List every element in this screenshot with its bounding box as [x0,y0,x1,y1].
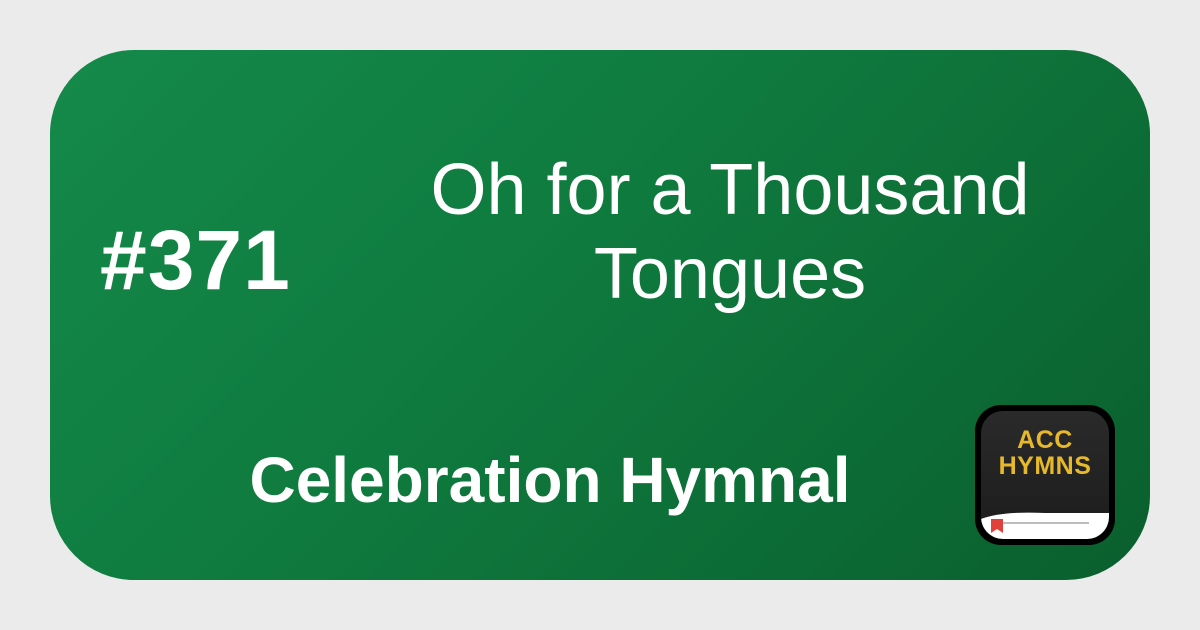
acc-hymns-logo: ACC HYMNS [975,405,1115,545]
logo-text: ACC HYMNS [998,426,1092,480]
hymnal-name: Celebration Hymnal [249,444,851,516]
share-card-page: #371 Oh for a Thousand Tongues Celebrati… [0,0,1200,630]
hymn-title: Oh for a Thousand Tongues [430,150,1030,314]
hymn-number: #371 [100,212,291,307]
logo-tile: ACC HYMNS [981,411,1109,539]
book-bookmark-icon [981,512,1109,539]
